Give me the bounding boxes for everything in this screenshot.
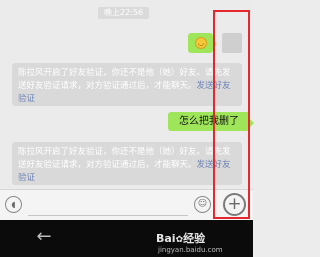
my-avatar[interactable]	[222, 33, 242, 53]
chat-area[interactable]: 晚上22:56 ◡ 陈拉风开启了好友验证，你还不是他（她）好友。请先发送好友验证…	[0, 0, 254, 188]
navigation-bar: ← Bai✿经验 jingyan.baidu.com	[0, 220, 253, 257]
timestamp: 晚上22:56	[98, 7, 150, 19]
watermark-brand: Bai	[156, 232, 176, 245]
outgoing-emoji-message[interactable]: ◡	[188, 33, 217, 53]
input-bar: ◖ ☺ +	[0, 189, 253, 220]
friend-verification-notice: 陈拉风开启了好友验证，你还不是他（她）好友。请先发送好友验证请求，对方验证通过后…	[12, 142, 242, 185]
baidu-jingyan-watermark: Bai✿经验 jingyan.baidu.com	[156, 230, 223, 254]
plus-icon[interactable]: +	[223, 193, 246, 216]
paw-icon: ✿	[175, 235, 184, 245]
message-input[interactable]	[28, 194, 188, 216]
watermark-brand-tail: 经验	[183, 232, 206, 245]
outgoing-text-message[interactable]: 怎么把我删了	[168, 112, 254, 131]
watermark-url: jingyan.baidu.com	[158, 246, 223, 254]
smile-emoji-icon: ◡	[195, 37, 207, 49]
friend-verification-notice: 陈拉风开启了好友验证，你还不是他（她）好友。请先发送好友验证请求，对方验证通过后…	[12, 63, 242, 106]
voice-icon[interactable]: ◖	[5, 196, 22, 213]
emoji-icon[interactable]: ☺	[194, 196, 211, 213]
message-text: 怎么把我删了	[179, 116, 239, 127]
back-arrow-icon[interactable]: ←	[33, 226, 55, 248]
